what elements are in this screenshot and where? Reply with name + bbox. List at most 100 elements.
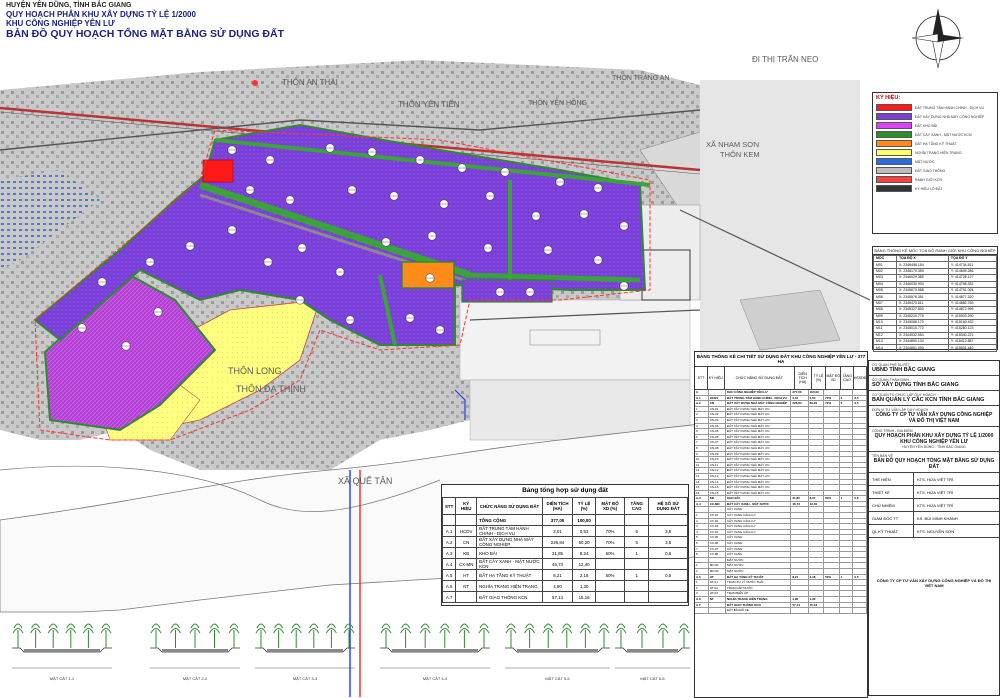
summary-header-cell: MẬT ĐỘ XD (%) — [595, 497, 626, 515]
tb-approval-org: UBND TỈNH BẮC GIANG — [872, 367, 936, 373]
detail-cell: CN-02 — [709, 412, 726, 417]
detail-cell: 12 — [695, 468, 709, 473]
detail-cell — [840, 468, 854, 473]
summary-cell: A.7 — [441, 591, 457, 603]
detail-cell — [853, 429, 868, 434]
detail-cell — [840, 546, 854, 552]
summary-header-cell: STT — [441, 497, 457, 515]
detail-cell — [840, 596, 854, 602]
coords-title: BẢNG THỐNG KÊ MỐC TỌA ĐỘ RANH GIỚI KHU C… — [873, 248, 997, 255]
detail-cell — [840, 569, 854, 574]
summary-row: A.7 ĐẤT GIAO THÔNG KCN 57,14 15,16 — [441, 591, 688, 603]
detail-cell: A.2 — [695, 401, 709, 406]
tree-icon — [419, 623, 431, 648]
detail-cell — [840, 485, 854, 490]
summary-header-cell: TẦNG CAO — [624, 497, 650, 515]
tree-icon — [255, 623, 267, 648]
tree-icon — [150, 623, 162, 648]
detail-cell — [853, 546, 868, 552]
detail-cell — [791, 406, 809, 412]
legend-swatch — [876, 140, 912, 147]
legend-item-label: KÝ HIỆU LÔ ĐẤT — [915, 186, 943, 191]
label-thon-trang-an: THÔN TRÀNG AN — [612, 75, 670, 82]
road-section-label: MẶT CẮT 6-6 — [640, 676, 665, 681]
detail-cell — [853, 390, 868, 395]
detail-cell — [840, 406, 854, 412]
detail-cell — [853, 440, 868, 445]
detail-cell: 5 — [840, 395, 854, 401]
detail-cell — [809, 406, 825, 412]
legend-item-label: ĐẤT XÂY DỰNG NHÀ MÁY CÔNG NGHIỆP — [915, 114, 985, 119]
detail-cell: 15 — [695, 485, 709, 490]
detail-cell: CX-05 — [709, 535, 726, 541]
detail-cell: ĐẤT XÂY DỰNG NHÀ MÁY CÔNG NGHIỆP — [726, 401, 792, 406]
summary-cell: 8,24 — [572, 547, 597, 559]
detail-cell: 3 — [695, 591, 709, 596]
detail-cell: 11 — [695, 462, 709, 468]
summary-cell — [624, 558, 650, 570]
summary-cell — [595, 558, 626, 570]
detail-cell — [824, 451, 840, 457]
tb-project: CÔNG TRÌNH - ĐỊA ĐIỂM QUY HOẠCH PHÂN KHU… — [869, 427, 999, 452]
detail-cell: ĐẤT XÂY DỰNG NHÀ MÁY CN — [726, 406, 792, 412]
detail-cell — [853, 473, 868, 479]
detail-cell — [695, 507, 709, 513]
detail-cell — [824, 591, 840, 596]
detail-cell: 226,84 — [791, 401, 809, 406]
summary-cell: 0,5 — [648, 569, 688, 581]
detail-cell — [840, 434, 854, 440]
detail-cell — [791, 529, 809, 535]
legend-item-label: ĐẤT CÂY XANH - MẶT NƯỚC KCN — [915, 132, 972, 137]
detail-cell — [791, 563, 809, 568]
detail-cell — [809, 608, 825, 613]
road-section-pavement — [162, 649, 228, 652]
tb-sign-cell: KTS. HỨA VIỆT TRÍ — [917, 476, 954, 482]
detail-cell: NGHĨA TRANG HIỆN TRẠNG — [726, 596, 792, 602]
detail-cell: CX-03 — [709, 524, 726, 529]
detail-cell — [853, 608, 868, 613]
road-section-figure: MẶT CẮT 2-2 — [150, 623, 240, 681]
detail-cell: 6 — [695, 434, 709, 440]
detail-cell: CN-01 — [709, 406, 726, 412]
detail-cell: 2 — [695, 569, 709, 574]
tree-icon — [290, 623, 302, 648]
detail-cell — [809, 434, 825, 440]
detail-cell: 16 — [695, 490, 709, 496]
detail-cell: 12,40 — [809, 501, 825, 507]
detail-cell — [791, 591, 809, 596]
summary-row: A.5 HT ĐẤT HẠ TẦNG KỸ THUẬT 8,21 2,18 50% 1 0,5 — [441, 569, 688, 581]
detail-cell — [709, 390, 726, 395]
summary-header-cell: CHỨC NĂNG SỬ DỤNG ĐẤT — [476, 497, 543, 515]
detail-cell — [791, 479, 809, 485]
detail-cell: 2 — [695, 518, 709, 524]
detail-cell: 0,5 — [853, 574, 868, 580]
detail-cell: ĐẤT XÂY DỰNG NHÀ MÁY CN — [726, 412, 792, 417]
detail-cell — [791, 445, 809, 451]
detail-cell — [791, 569, 809, 574]
tb-sign-row: QL KỸ THUẬT KTS. NGUYỄN SƠN — [869, 525, 999, 538]
road-section-pavement — [267, 649, 343, 652]
tb-sign-row: GIÁM ĐỐC TT KS. BÙI MINH KHÁNH — [869, 512, 999, 525]
detail-cell — [709, 557, 726, 563]
detail-cell: ĐẤT XÂY DỰNG NHÀ MÁY CN — [726, 429, 792, 434]
summary-caption: Bảng tổng hợp sử dụng đất — [522, 487, 608, 494]
detail-cell: ĐẤT XÂY DỰNG NHÀ MÁY CN — [726, 451, 792, 457]
tb-appraisal-org: SỞ XÂY DỰNG TỈNH BẮC GIANG — [872, 382, 959, 388]
label-xa-nham-son: XÃ NHAM SƠN — [706, 140, 760, 149]
detail-cell: ĐẤT XÂY DỰNG NHÀ MÁY CN — [726, 485, 792, 490]
coords-cell: Y: 415531.440 — [947, 344, 998, 352]
detail-cell — [791, 468, 809, 473]
tb-sign-cell: KS. BÙI MINH KHÁNH — [917, 515, 958, 521]
tree-icon — [636, 623, 648, 648]
detail-cell: CN-09 — [709, 451, 726, 457]
header-zone-name: KHU CÔNG NGHIỆP YÊN LƯ — [6, 19, 115, 28]
detail-cell: CX-01 — [709, 513, 726, 518]
detail-cell: 8,21 — [791, 574, 809, 580]
detail-cell — [824, 479, 840, 485]
legend-item: ĐẤT XÂY DỰNG NHÀ MÁY CÔNG NGHIỆP — [873, 112, 997, 121]
detail-cell — [809, 417, 825, 423]
detail-cell — [824, 529, 840, 535]
detail-header-cell: HSSDĐ — [854, 367, 867, 389]
detail-cell: TRẠM XỬ LÝ NƯỚC THẢI — [726, 580, 792, 585]
road-sections: MẶT CẮT 1-1 MẶT CẮT 2-2 MẶT CẮT 3-3 MẶT CẮT… — [12, 623, 690, 681]
